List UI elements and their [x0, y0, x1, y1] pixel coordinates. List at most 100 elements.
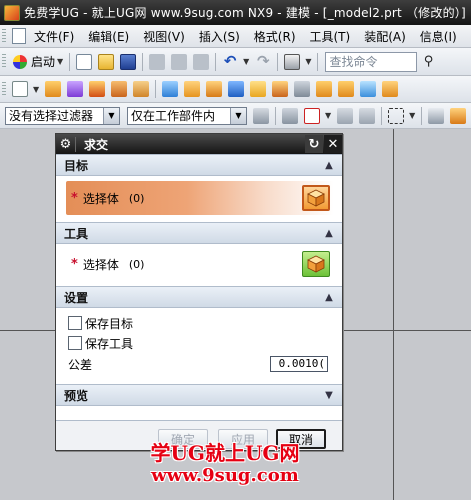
cut-icon[interactable] — [149, 53, 166, 70]
target-select-body-row[interactable]: * 选择体 (0) — [66, 181, 334, 215]
point-on-face-icon[interactable] — [359, 107, 376, 124]
undo-icon[interactable]: ↶ — [222, 53, 238, 70]
grip-icon[interactable] — [2, 54, 6, 69]
snap-point-icon[interactable] — [282, 107, 298, 124]
open-folder-icon[interactable] — [98, 53, 115, 70]
keep-target-checkbox[interactable] — [68, 316, 82, 330]
revolve-icon[interactable] — [67, 81, 84, 97]
tool-select-body-row[interactable]: * 选择体 (0) — [66, 247, 334, 281]
settings-section-header[interactable]: 设置 ▲ — [56, 286, 342, 308]
offset-face-icon[interactable] — [360, 81, 377, 97]
target-section-header[interactable]: 目标 ▲ — [56, 154, 342, 176]
target-select-label: 选择体 — [82, 191, 119, 206]
boss-icon[interactable] — [133, 81, 150, 97]
edge-blend-icon[interactable] — [162, 81, 179, 97]
menu-edit[interactable]: 编辑(E) — [81, 28, 136, 45]
copy-icon[interactable] — [171, 53, 188, 70]
menu-bar: 文件(F) 编辑(E) 视图(V) 插入(S) 格式(R) 工具(T) 装配(A… — [0, 25, 471, 48]
tool-select-count: (0) — [128, 257, 145, 271]
selection-scope-select[interactable]: 仅在工作部件内 ▼ — [127, 106, 247, 125]
keep-tool-label: 保存工具 — [85, 336, 134, 351]
tolerance-label: 公差 — [68, 357, 93, 372]
pattern-icon[interactable] — [250, 81, 267, 97]
chevron-down-icon[interactable]: ▼ — [243, 57, 249, 66]
intersect-icon[interactable] — [316, 81, 333, 97]
menu-information[interactable]: 信息(I) — [413, 28, 464, 45]
keep-target-label: 保存目标 — [85, 316, 134, 331]
separator — [317, 52, 319, 71]
menu-tools[interactable]: 工具(T) — [303, 28, 358, 45]
menu-format[interactable]: 格式(R) — [247, 28, 303, 45]
chevron-down-icon[interactable]: ▼ — [57, 57, 63, 66]
repeat-command-icon[interactable] — [284, 53, 301, 70]
gear-icon[interactable]: ⚙ — [56, 136, 76, 152]
separator — [142, 52, 144, 71]
draft-icon[interactable] — [228, 81, 245, 97]
chevron-down-icon[interactable]: ▼ — [325, 111, 331, 120]
select-body-button[interactable] — [302, 251, 330, 277]
extrude-icon[interactable] — [45, 81, 62, 97]
paste-icon[interactable] — [193, 53, 210, 70]
redo-icon[interactable]: ↷ — [255, 53, 271, 70]
tolerance-input[interactable]: 0.0010( — [270, 356, 328, 372]
separator — [277, 52, 279, 71]
separator — [381, 106, 383, 125]
sketch-icon[interactable] — [12, 81, 28, 97]
menu-file[interactable]: 文件(F) — [26, 28, 81, 45]
select-assembly-icon[interactable] — [253, 107, 269, 124]
chevron-down-icon[interactable]: ▼ — [103, 107, 119, 124]
keep-tool-option[interactable]: 保存工具 — [56, 333, 342, 353]
tool-section-header[interactable]: 工具 ▲ — [56, 222, 342, 244]
grip-icon[interactable] — [2, 28, 6, 44]
preview-section-header[interactable]: 预览 ▼ — [56, 384, 342, 406]
separator — [275, 106, 276, 125]
keep-tool-checkbox[interactable] — [68, 336, 82, 350]
menu-view[interactable]: 视图(V) — [136, 28, 192, 45]
watermark-line-1: 学UG就上UG网 — [150, 441, 300, 465]
command-search-input[interactable]: 查找命令 — [325, 51, 418, 72]
close-icon[interactable]: ✕ — [324, 135, 342, 153]
chevron-down-icon[interactable]: ▼ — [320, 387, 338, 403]
rectangle-select-icon[interactable] — [388, 107, 405, 124]
keep-target-option[interactable]: 保存目标 — [56, 313, 342, 333]
chevron-up-icon[interactable]: ▲ — [320, 225, 338, 241]
chevron-down-icon[interactable]: ▼ — [230, 107, 246, 124]
select-body-button[interactable] — [302, 185, 330, 211]
required-asterisk: * — [71, 256, 78, 272]
separator — [155, 80, 157, 98]
feature-toolbar: ▼ — [0, 76, 471, 103]
point-on-curve-icon[interactable] — [337, 107, 354, 124]
new-file-icon[interactable] — [76, 53, 93, 70]
start-button[interactable]: 启动 ▼ — [13, 53, 66, 70]
chevron-down-icon[interactable]: ▼ — [33, 85, 39, 94]
menu-insert[interactable]: 插入(S) — [192, 28, 247, 45]
subtract-icon[interactable] — [338, 81, 355, 97]
reset-icon[interactable]: ↻ — [305, 135, 323, 153]
target-select-count: (0) — [128, 191, 145, 205]
grip-icon[interactable] — [2, 81, 6, 97]
chamfer-icon[interactable] — [184, 81, 201, 97]
chevron-up-icon[interactable]: ▲ — [320, 157, 338, 173]
search-icon[interactable]: ⚲ — [420, 54, 436, 70]
save-icon[interactable] — [120, 53, 137, 70]
render-style-icon[interactable] — [450, 107, 467, 124]
dialog-title-bar[interactable]: ⚙ 求交 ↻ ✕ — [56, 134, 342, 154]
block-icon[interactable] — [111, 81, 128, 97]
separator — [215, 52, 217, 71]
selection-filter-select[interactable]: 没有选择过滤器 ▼ — [5, 106, 120, 125]
chevron-up-icon[interactable]: ▲ — [320, 289, 338, 305]
trim-body-icon[interactable] — [294, 81, 311, 97]
shell-icon[interactable] — [206, 81, 223, 97]
required-asterisk: * — [71, 190, 78, 206]
thicken-icon[interactable] — [382, 81, 399, 97]
unite-icon[interactable] — [272, 81, 289, 97]
selection-intent-icon[interactable] — [304, 107, 320, 124]
standard-toolbar: 启动 ▼ ↶ ▼ ↷ ▼ 查找命令 ⚲ — [0, 48, 471, 76]
hole-icon[interactable] — [89, 81, 106, 97]
chevron-down-icon[interactable]: ▼ — [305, 57, 311, 66]
chevron-down-icon[interactable]: ▼ — [409, 111, 415, 120]
menu-assembly[interactable]: 装配(A) — [357, 28, 413, 45]
document-icon — [12, 28, 26, 44]
settings-section-title: 设置 — [64, 290, 89, 305]
shaded-view-icon[interactable] — [428, 107, 445, 124]
